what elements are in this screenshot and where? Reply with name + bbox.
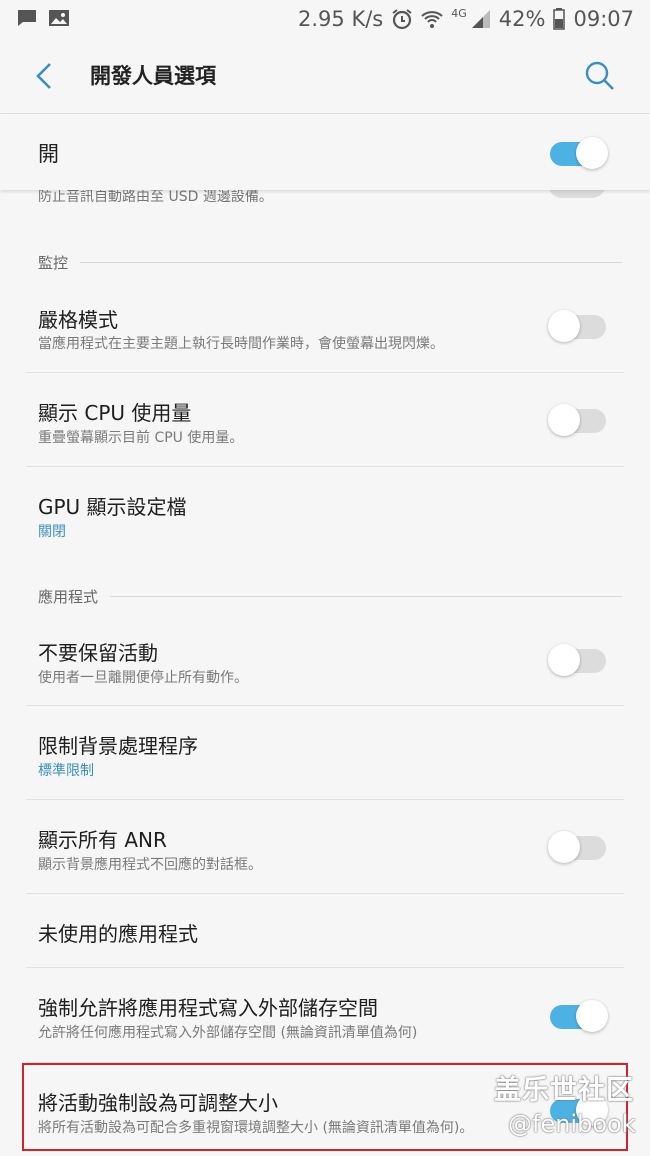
section-title-monitor: 監控	[38, 254, 69, 272]
master-toggle[interactable]	[548, 136, 608, 170]
item-title: 顯示所有 ANR	[38, 828, 167, 852]
watermark-title: 盖乐世社区	[494, 1075, 634, 1106]
item-subtitle: 重疊螢幕顯示目前 CPU 使用量。	[38, 430, 244, 446]
section-header-monitor: 監控	[38, 252, 623, 273]
master-switch-row[interactable]: 開	[0, 114, 650, 190]
item-value: 關閉	[38, 524, 66, 540]
item-value: 標準限制	[38, 763, 94, 779]
force-external-storage-toggle[interactable]	[548, 999, 608, 1033]
item-subtitle: 使用者一旦離開便停止所有動作。	[38, 670, 248, 686]
strict-mode-toggle[interactable]	[548, 309, 608, 343]
list-item-background-limit[interactable]: 限制背景處理程序 標準限制	[0, 706, 650, 799]
item-title: 強制允許將應用程式寫入外部儲存空間	[38, 996, 378, 1020]
list-item-show-anr[interactable]: 顯示所有 ANR 顯示背景應用程式不回應的對話框。	[0, 800, 650, 893]
item-title: 顯示 CPU 使用量	[38, 401, 192, 425]
master-switch-label: 開	[38, 142, 59, 166]
item-subtitle: 將所有活動設為可配合多重視窗環境調整大小 (無論資訊清單值為何)。	[38, 1120, 474, 1136]
dont-keep-activities-toggle[interactable]	[548, 643, 608, 677]
list-item-force-external-storage[interactable]: 強制允許將應用程式寫入外部儲存空間 允許將任何應用程式寫入外部儲存空間 (無論資…	[0, 968, 650, 1062]
item-subtitle: 當應用程式在主要主題上執行長時間作業時，會使螢幕出現閃爍。	[38, 336, 444, 352]
item-title: 不要保留活動	[38, 641, 158, 665]
list-item-dont-keep-activities[interactable]: 不要保留活動 使用者一旦離開便停止所有動作。	[0, 613, 650, 705]
item-subtitle: 顯示背景應用程式不回應的對話框。	[38, 857, 262, 873]
list-item-show-cpu[interactable]: 顯示 CPU 使用量 重疊螢幕顯示目前 CPU 使用量。	[0, 373, 650, 466]
section-header-apps: 應用程式	[38, 586, 623, 607]
list-item-unused-apps[interactable]: 未使用的應用程式	[0, 894, 650, 967]
section-title-apps: 應用程式	[38, 588, 99, 606]
watermark-handle: @fenibook	[508, 1110, 636, 1138]
item-title: 將活動強制設為可調整大小	[38, 1091, 278, 1115]
item-subtitle: 允許將任何應用程式寫入外部儲存空間 (無論資訊清單值為何)	[38, 1025, 418, 1041]
show-anr-toggle[interactable]	[548, 830, 608, 864]
item-title: GPU 顯示設定檔	[38, 495, 187, 519]
item-title: 未使用的應用程式	[38, 922, 198, 946]
item-title: 嚴格模式	[38, 308, 118, 332]
show-cpu-toggle[interactable]	[548, 403, 608, 437]
list-item-strict-mode[interactable]: 嚴格模式 當應用程式在主要主題上執行長時間作業時，會使螢幕出現閃爍。	[0, 280, 650, 372]
item-title: 限制背景處理程序	[38, 734, 198, 758]
list-item-gpu-profile[interactable]: GPU 顯示設定檔 關閉	[0, 467, 650, 557]
